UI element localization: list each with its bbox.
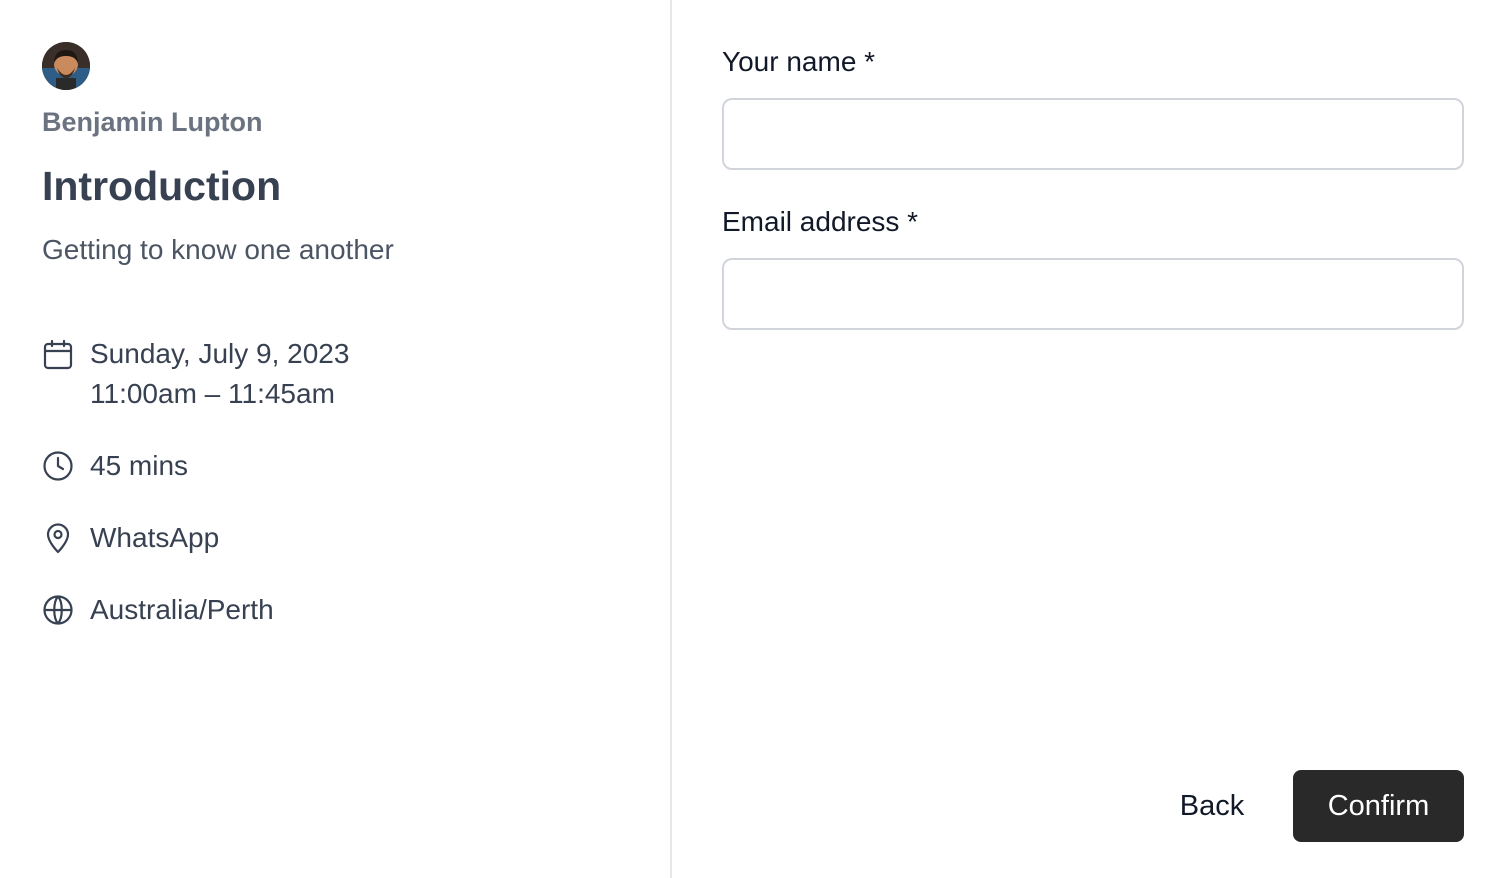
booking-page: Benjamin Lupton Introduction Getting to … [0, 0, 1510, 878]
event-summary-panel: Benjamin Lupton Introduction Getting to … [0, 0, 672, 878]
calendar-icon [42, 338, 74, 370]
back-button[interactable]: Back [1158, 770, 1266, 842]
host-name: Benjamin Lupton [42, 107, 263, 137]
event-location: WhatsApp [90, 522, 220, 553]
event-date-text: Sunday, July 9, 2023 11:00am – 11:45am [90, 334, 349, 414]
email-input[interactable] [722, 258, 1464, 330]
name-field-label: Your name * [722, 46, 876, 77]
clock-icon [42, 450, 74, 482]
globe-icon [42, 594, 74, 626]
event-location-detail: WhatsApp [42, 522, 219, 558]
event-timezone: Australia/Perth [90, 594, 274, 625]
confirm-button[interactable]: Confirm [1293, 770, 1464, 842]
event-duration: 45 mins [90, 450, 189, 481]
email-field-label: Email address * [722, 206, 919, 237]
event-title: Introduction [42, 163, 282, 209]
event-timezone-detail[interactable]: Australia/Perth [42, 594, 274, 630]
host-avatar [42, 42, 90, 90]
event-description: Getting to know one another [42, 234, 394, 265]
event-date: Sunday, July 9, 2023 [90, 338, 350, 369]
map-pin-icon [42, 522, 74, 554]
name-input[interactable] [722, 98, 1464, 170]
event-time-range: 11:00am – 11:45am [90, 378, 335, 409]
event-duration-detail: 45 mins [42, 450, 188, 486]
event-date-detail: Sunday, July 9, 2023 11:00am – 11:45am [42, 338, 349, 414]
